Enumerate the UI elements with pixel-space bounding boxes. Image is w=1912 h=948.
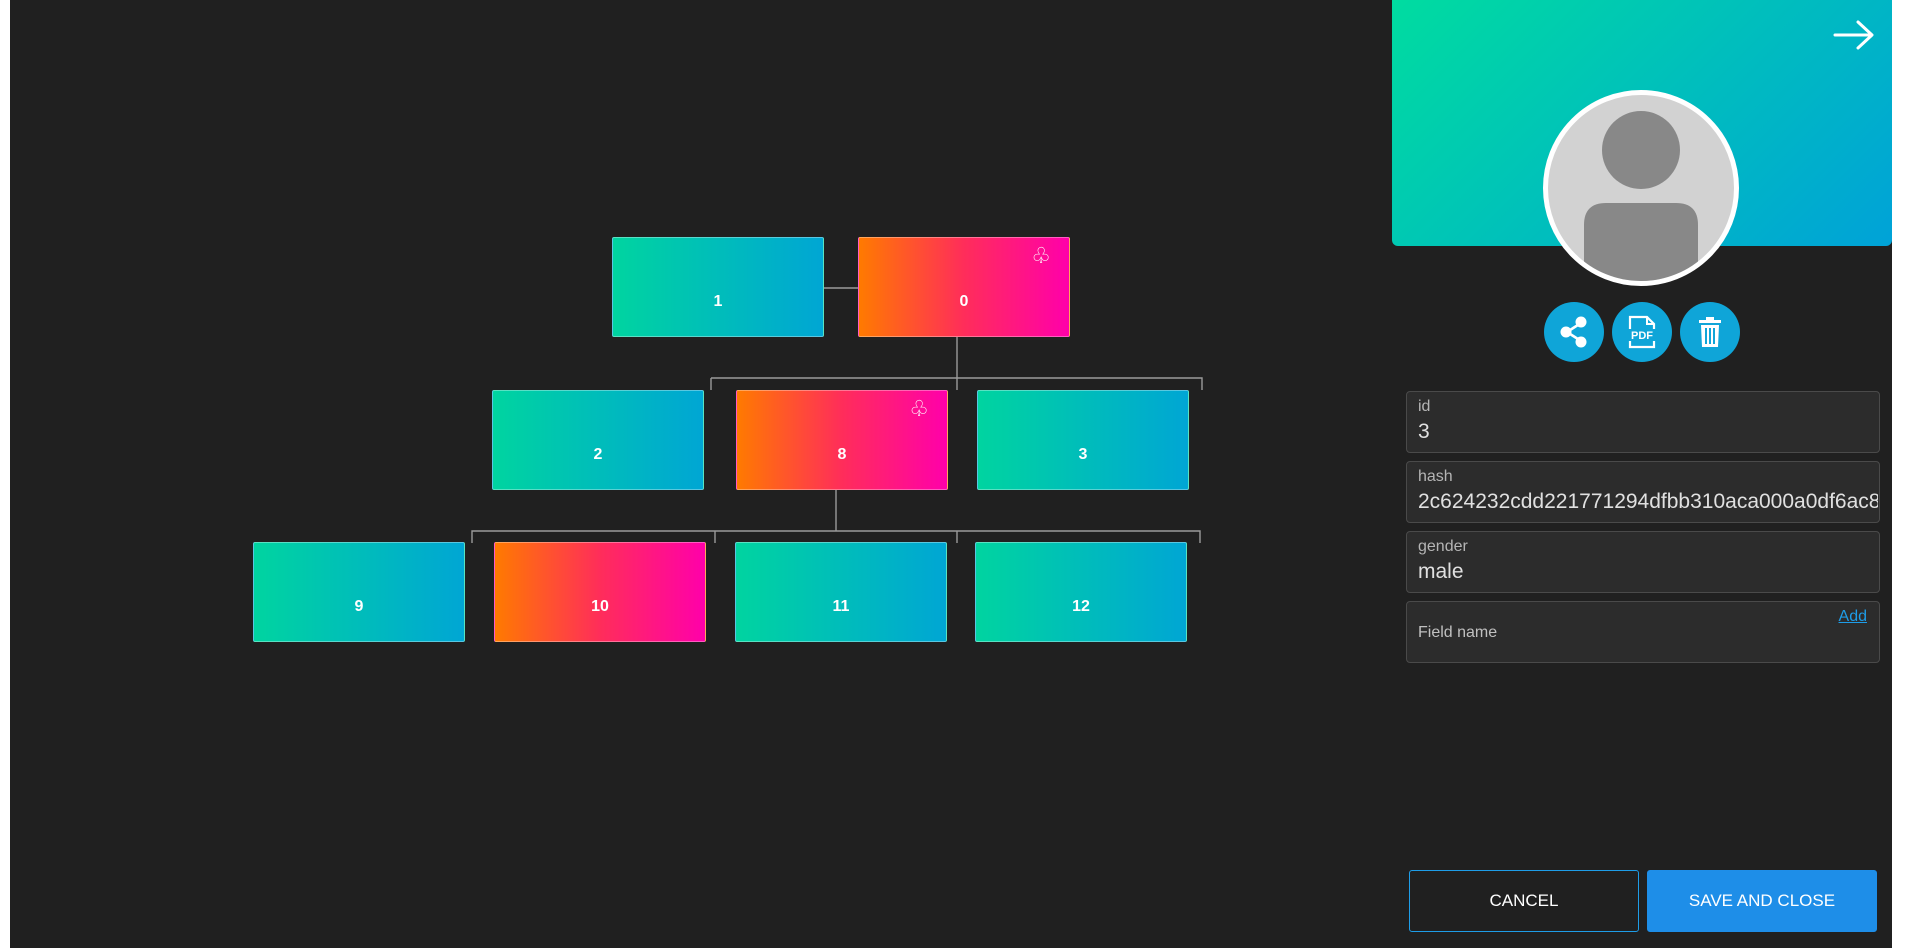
- action-buttons: PDF: [1544, 302, 1740, 362]
- person-card-label: 9: [354, 598, 364, 615]
- person-card-9[interactable]: 9: [253, 542, 465, 642]
- new-field-name-input[interactable]: [1418, 624, 1818, 642]
- club-icon: ♧: [909, 396, 929, 421]
- person-card-label: 3: [1078, 446, 1088, 463]
- field-id-label: id: [1418, 398, 1431, 415]
- field-id: id: [1406, 391, 1880, 453]
- field-gender: gender: [1406, 531, 1880, 593]
- arrow-right-icon[interactable]: [1832, 18, 1876, 52]
- person-card-label: 12: [1072, 598, 1090, 615]
- field-gender-input[interactable]: [1418, 560, 1878, 584]
- new-field-row: Add: [1406, 601, 1880, 663]
- field-id-input[interactable]: [1418, 420, 1878, 444]
- person-card-12[interactable]: 12: [975, 542, 1187, 642]
- person-silhouette-icon: [1584, 111, 1698, 281]
- club-icon: ♧: [1031, 243, 1051, 268]
- share-button[interactable]: [1544, 302, 1604, 362]
- cancel-button[interactable]: CANCEL: [1409, 870, 1639, 932]
- person-card-label: 8: [837, 446, 847, 463]
- person-card-8[interactable]: 8 ♧: [736, 390, 948, 490]
- person-card-0[interactable]: 0 ♧: [858, 237, 1070, 337]
- person-card-11[interactable]: 11: [735, 542, 947, 642]
- field-hash: hash: [1406, 461, 1880, 523]
- person-card-10[interactable]: 10: [494, 542, 706, 642]
- person-card-3[interactable]: 3: [977, 390, 1189, 490]
- person-card-label: 11: [832, 598, 850, 615]
- pdf-icon: PDF: [1627, 315, 1657, 349]
- edit-panel: PDF id hash gender Add CANCEL SAVE AND C…: [1392, 0, 1892, 948]
- person-card-label: 0: [959, 293, 969, 310]
- person-card-2[interactable]: 2: [492, 390, 704, 490]
- delete-button[interactable]: [1680, 302, 1740, 362]
- svg-text:PDF: PDF: [1631, 330, 1653, 342]
- field-gender-label: gender: [1418, 538, 1468, 555]
- children-link-0: [710, 377, 1203, 390]
- trash-icon: [1699, 317, 1721, 347]
- add-field-link[interactable]: Add: [1839, 608, 1867, 626]
- family-chart-canvas[interactable]: 1 0 ♧ 2 8 ♧ 3 9 10 11 12: [10, 0, 1392, 948]
- person-card-label: 2: [593, 446, 603, 463]
- pdf-button[interactable]: PDF: [1612, 302, 1672, 362]
- person-card-label: 1: [713, 293, 723, 310]
- field-hash-input[interactable]: [1418, 490, 1878, 514]
- field-hash-label: hash: [1418, 468, 1453, 485]
- avatar[interactable]: [1543, 90, 1739, 286]
- person-card-label: 10: [591, 598, 609, 615]
- share-icon: [1560, 316, 1587, 348]
- save-and-close-button[interactable]: SAVE AND CLOSE: [1647, 870, 1877, 932]
- person-card-1[interactable]: 1: [612, 237, 824, 337]
